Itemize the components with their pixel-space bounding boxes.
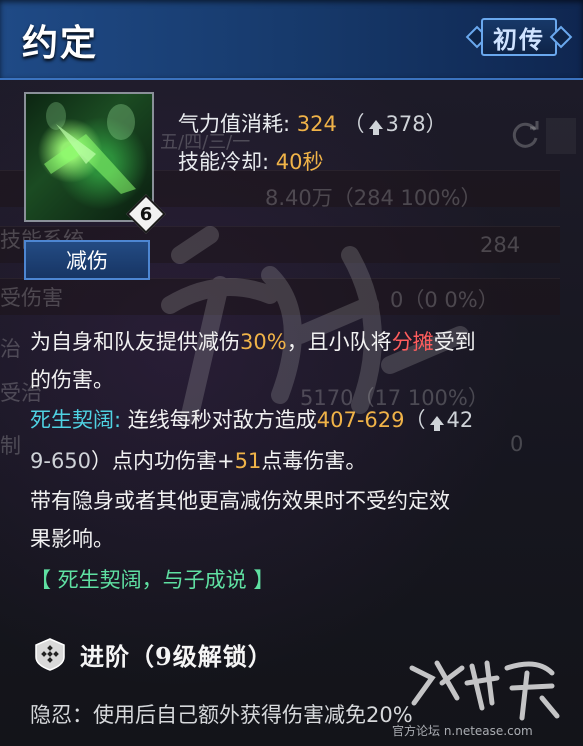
description-text: （ [404,408,426,432]
cooldown-label: 技能冷却: [178,150,270,174]
advance-shield-icon [35,638,65,671]
rank-badge: 初传 [463,18,575,56]
description-text: 受到 [433,330,476,354]
skill-type-tag: 减伤 [24,240,150,280]
cooldown-stat: 技能冷却: 40秒 [178,146,324,176]
background-button [546,118,576,154]
energy-cost-value: 324 [296,112,337,136]
background-value: 284 [480,233,521,257]
energy-cost-upgrade: （378） [343,112,447,136]
watermark-url: 官方论坛 n.netease.com [392,724,533,738]
background-label: 制 [0,434,21,458]
description-line: 带有隐身或者其他更高减伤效果时不受约定效 [30,489,450,513]
damage-reduction-value: 30% [240,330,287,354]
description-text: ，且小队将 [286,330,392,354]
refresh-icon [512,121,539,148]
description-text: 连线每秒对敌方造成 [121,408,317,432]
skill-header: 约定 初传 [0,0,583,80]
upgrade-arrow-icon [429,416,444,431]
upgraded-damage-value: 42 [446,408,474,432]
description-text: 为自身和队友提供减伤 [30,330,240,354]
description-text: 点毒伤害。 [261,449,367,473]
background-value: 8.40万（284 100%） [265,186,482,210]
damage-range-value: 407-629 [316,408,405,432]
description-line: 死生契阔: 连线每秒对敌方造成407-629（ 42 [30,405,575,435]
skill-level-value: 6 [139,203,153,225]
upgrade-arrow-icon [368,120,383,135]
game-logo-watermark [409,660,560,721]
background-label: 治 [0,337,21,361]
energy-cost-upgraded-value: 378 [385,112,426,136]
skill-title: 约定 [22,23,99,64]
skill-level-badge: 6 [129,197,163,231]
energy-cost-stat: 气力值消耗: 324 （378） [178,108,447,138]
poison-damage-value: 51 [234,449,262,473]
advance-title: 进阶（9级解锁） [80,642,273,671]
background-label: 受伤害 [0,286,63,310]
advance-effect: 隐忍：使用后自己额外获得伤害减免20% [30,703,413,727]
description-line: 的伤害。 [30,368,114,392]
description-line: 果影响。 [30,527,114,551]
description-line: 为自身和队友提供减伤30%，且小队将分摊受到 [30,327,575,357]
energy-cost-label: 气力值消耗: [178,112,291,136]
description-text: ）点内功伤害+ [91,449,235,473]
rank-label: 初传 [493,24,545,54]
skill-flavor-quote: 【 死生契阔，与子成说 】 [30,568,275,592]
cooldown-value: 40秒 [275,150,324,174]
description-line: 9-650）点内功伤害+51点毒伤害。 [30,446,575,476]
sub-effect-name: 死生契阔: [30,408,122,432]
upgraded-damage-value: 9-650 [30,449,92,473]
share-keyword: 分摊 [391,330,434,354]
